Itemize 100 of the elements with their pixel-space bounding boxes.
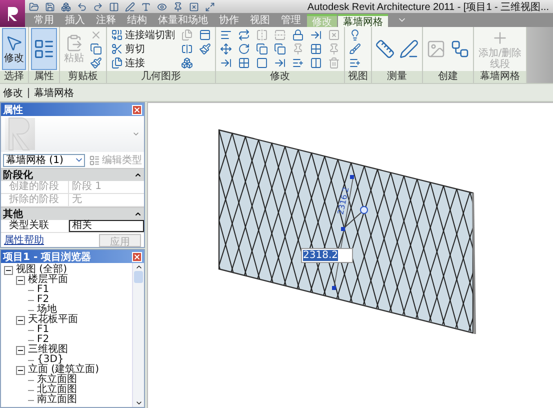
toolbar-icon[interactable] <box>157 2 167 12</box>
tree-item[interactable]: 北立面图 <box>37 385 77 395</box>
close-icon <box>133 106 141 114</box>
close-button[interactable] <box>132 104 142 114</box>
arrow-icon[interactable] <box>308 28 324 42</box>
panel-label: 选择 <box>0 71 28 83</box>
collapse-icon[interactable] <box>134 210 142 218</box>
grid-icon[interactable] <box>308 42 324 56</box>
cubes-icon[interactable] <box>179 56 195 70</box>
lock-icon[interactable] <box>290 28 306 42</box>
grid-icon[interactable] <box>236 56 252 70</box>
panel-label: 几何图形 <box>107 71 215 83</box>
tree-item[interactable]: 楼层平面 <box>28 275 68 285</box>
copy-icon[interactable] <box>254 42 270 56</box>
ribbon-button[interactable]: 连接端切割 <box>109 28 177 42</box>
type-selector[interactable]: 幕墙网格 (1) <box>3 154 85 166</box>
tree-item[interactable]: F1 <box>37 285 50 295</box>
toolbar-icon[interactable] <box>93 2 103 12</box>
columns-icon[interactable] <box>308 56 324 70</box>
expand-toggle[interactable] <box>16 316 25 324</box>
dimension-input[interactable]: 2318.2 <box>301 248 353 263</box>
brush-icon[interactable] <box>88 56 104 70</box>
toolbar-icon[interactable] <box>125 2 135 12</box>
tree-item[interactable]: 场地 <box>37 305 57 315</box>
panel-label: 剪贴板 <box>60 71 106 83</box>
scroll-down-icon[interactable] <box>134 399 142 407</box>
property-name: 拆除的阶段 <box>1 194 69 206</box>
ribbon-button[interactable]: 修改 <box>2 28 26 70</box>
tree-item[interactable]: 东立面图 <box>37 375 77 385</box>
tree-item[interactable]: 南立面图 <box>37 395 77 405</box>
expand-toggle[interactable] <box>16 366 25 374</box>
toolbar-icon[interactable] <box>45 2 55 12</box>
dimension-label: 2316.2 <box>336 186 351 216</box>
expand-toggle[interactable] <box>16 276 25 284</box>
property-input[interactable]: 相关 <box>69 220 144 232</box>
scroll-up-icon[interactable] <box>134 263 142 271</box>
tree-item[interactable]: {3D} <box>37 355 64 365</box>
join-icon <box>111 29 123 41</box>
scissors-icon <box>111 43 123 55</box>
tree-item[interactable]: 立面 (建筑立面) <box>28 365 99 375</box>
toolbar-icon[interactable] <box>77 2 87 12</box>
copy-icon[interactable] <box>88 42 104 56</box>
toolbar-icon[interactable] <box>189 2 199 12</box>
rotate-icon[interactable] <box>236 42 252 56</box>
collapse-icon[interactable] <box>134 171 142 179</box>
panel-title: 项目1 - 项目浏览器 <box>3 250 92 264</box>
pages-icon <box>111 57 123 69</box>
application-menu-button[interactable] <box>0 0 25 27</box>
panel-label: 幕墙网格 <box>474 71 526 83</box>
brush-icon[interactable] <box>197 42 213 56</box>
ribbon-button[interactable]: 连接 <box>109 56 177 70</box>
logo-icon <box>6 6 20 22</box>
tree-item[interactable]: F2 <box>37 295 50 305</box>
toolbar-icon[interactable] <box>61 2 71 12</box>
close-icon <box>133 252 141 260</box>
panel-label: 创建 <box>423 71 473 83</box>
toolbar-icon[interactable] <box>173 2 183 12</box>
edit-type-icon <box>89 154 100 166</box>
property-name: 创建的阶段 <box>1 181 69 193</box>
square-icon[interactable] <box>254 56 270 70</box>
ribbon-tab[interactable]: 幕墙网格 <box>338 14 388 27</box>
tree-item[interactable]: F2 <box>37 335 50 345</box>
repeat-icon[interactable] <box>236 28 252 42</box>
breadcrumb-text: 修改 <box>3 86 23 100</box>
tree-item[interactable]: 视图 (全部) <box>16 265 67 275</box>
dropdown-icon[interactable] <box>132 130 140 138</box>
property-value: 无 <box>71 194 83 206</box>
pointer-icon <box>5 34 23 52</box>
panel-label: 视图 <box>345 71 371 83</box>
tree-item[interactable]: 天花板平面 <box>28 315 78 325</box>
property-name: 类型关联 <box>1 220 69 232</box>
panel-label: 修改 <box>216 71 344 83</box>
breadcrumb-text: 幕墙网格 <box>34 86 74 100</box>
list-icon[interactable] <box>290 56 306 70</box>
ribbon-icon-button[interactable] <box>31 28 57 70</box>
window-title: Autodesk Revit Architecture 2011 - [项目1 - 三维视图... <box>307 0 550 14</box>
arrow-icon[interactable] <box>272 56 288 70</box>
help-link[interactable]: 属性帮助 <box>4 233 44 247</box>
close-button[interactable] <box>132 252 142 262</box>
toolbar-icon[interactable] <box>29 2 39 12</box>
panel-label: 属性 <box>29 71 59 83</box>
toolbar-icon[interactable] <box>205 2 215 12</box>
toolbar-icon[interactable] <box>141 2 151 12</box>
toolbar-icon[interactable] <box>109 2 119 12</box>
group-name: 阶段化 <box>3 168 33 181</box>
panel-title: 属性 <box>3 104 23 116</box>
tree-item[interactable]: 三维视图 <box>28 345 68 355</box>
expand-toggle[interactable] <box>4 266 13 274</box>
tree-item[interactable]: F1 <box>37 325 50 335</box>
split-icon[interactable] <box>179 42 195 56</box>
copy-icon[interactable] <box>272 42 288 56</box>
thumbnail-icon <box>5 118 35 150</box>
align-icon[interactable] <box>218 28 234 42</box>
panel-icon[interactable] <box>197 28 213 42</box>
move-icon[interactable] <box>218 42 234 56</box>
scroll-thumb[interactable] <box>134 271 143 283</box>
arrow-icon[interactable] <box>218 56 234 70</box>
ribbon-button[interactable]: 剪切 <box>109 42 177 56</box>
expand-toggle[interactable] <box>16 346 25 354</box>
paste-icon <box>65 34 83 52</box>
